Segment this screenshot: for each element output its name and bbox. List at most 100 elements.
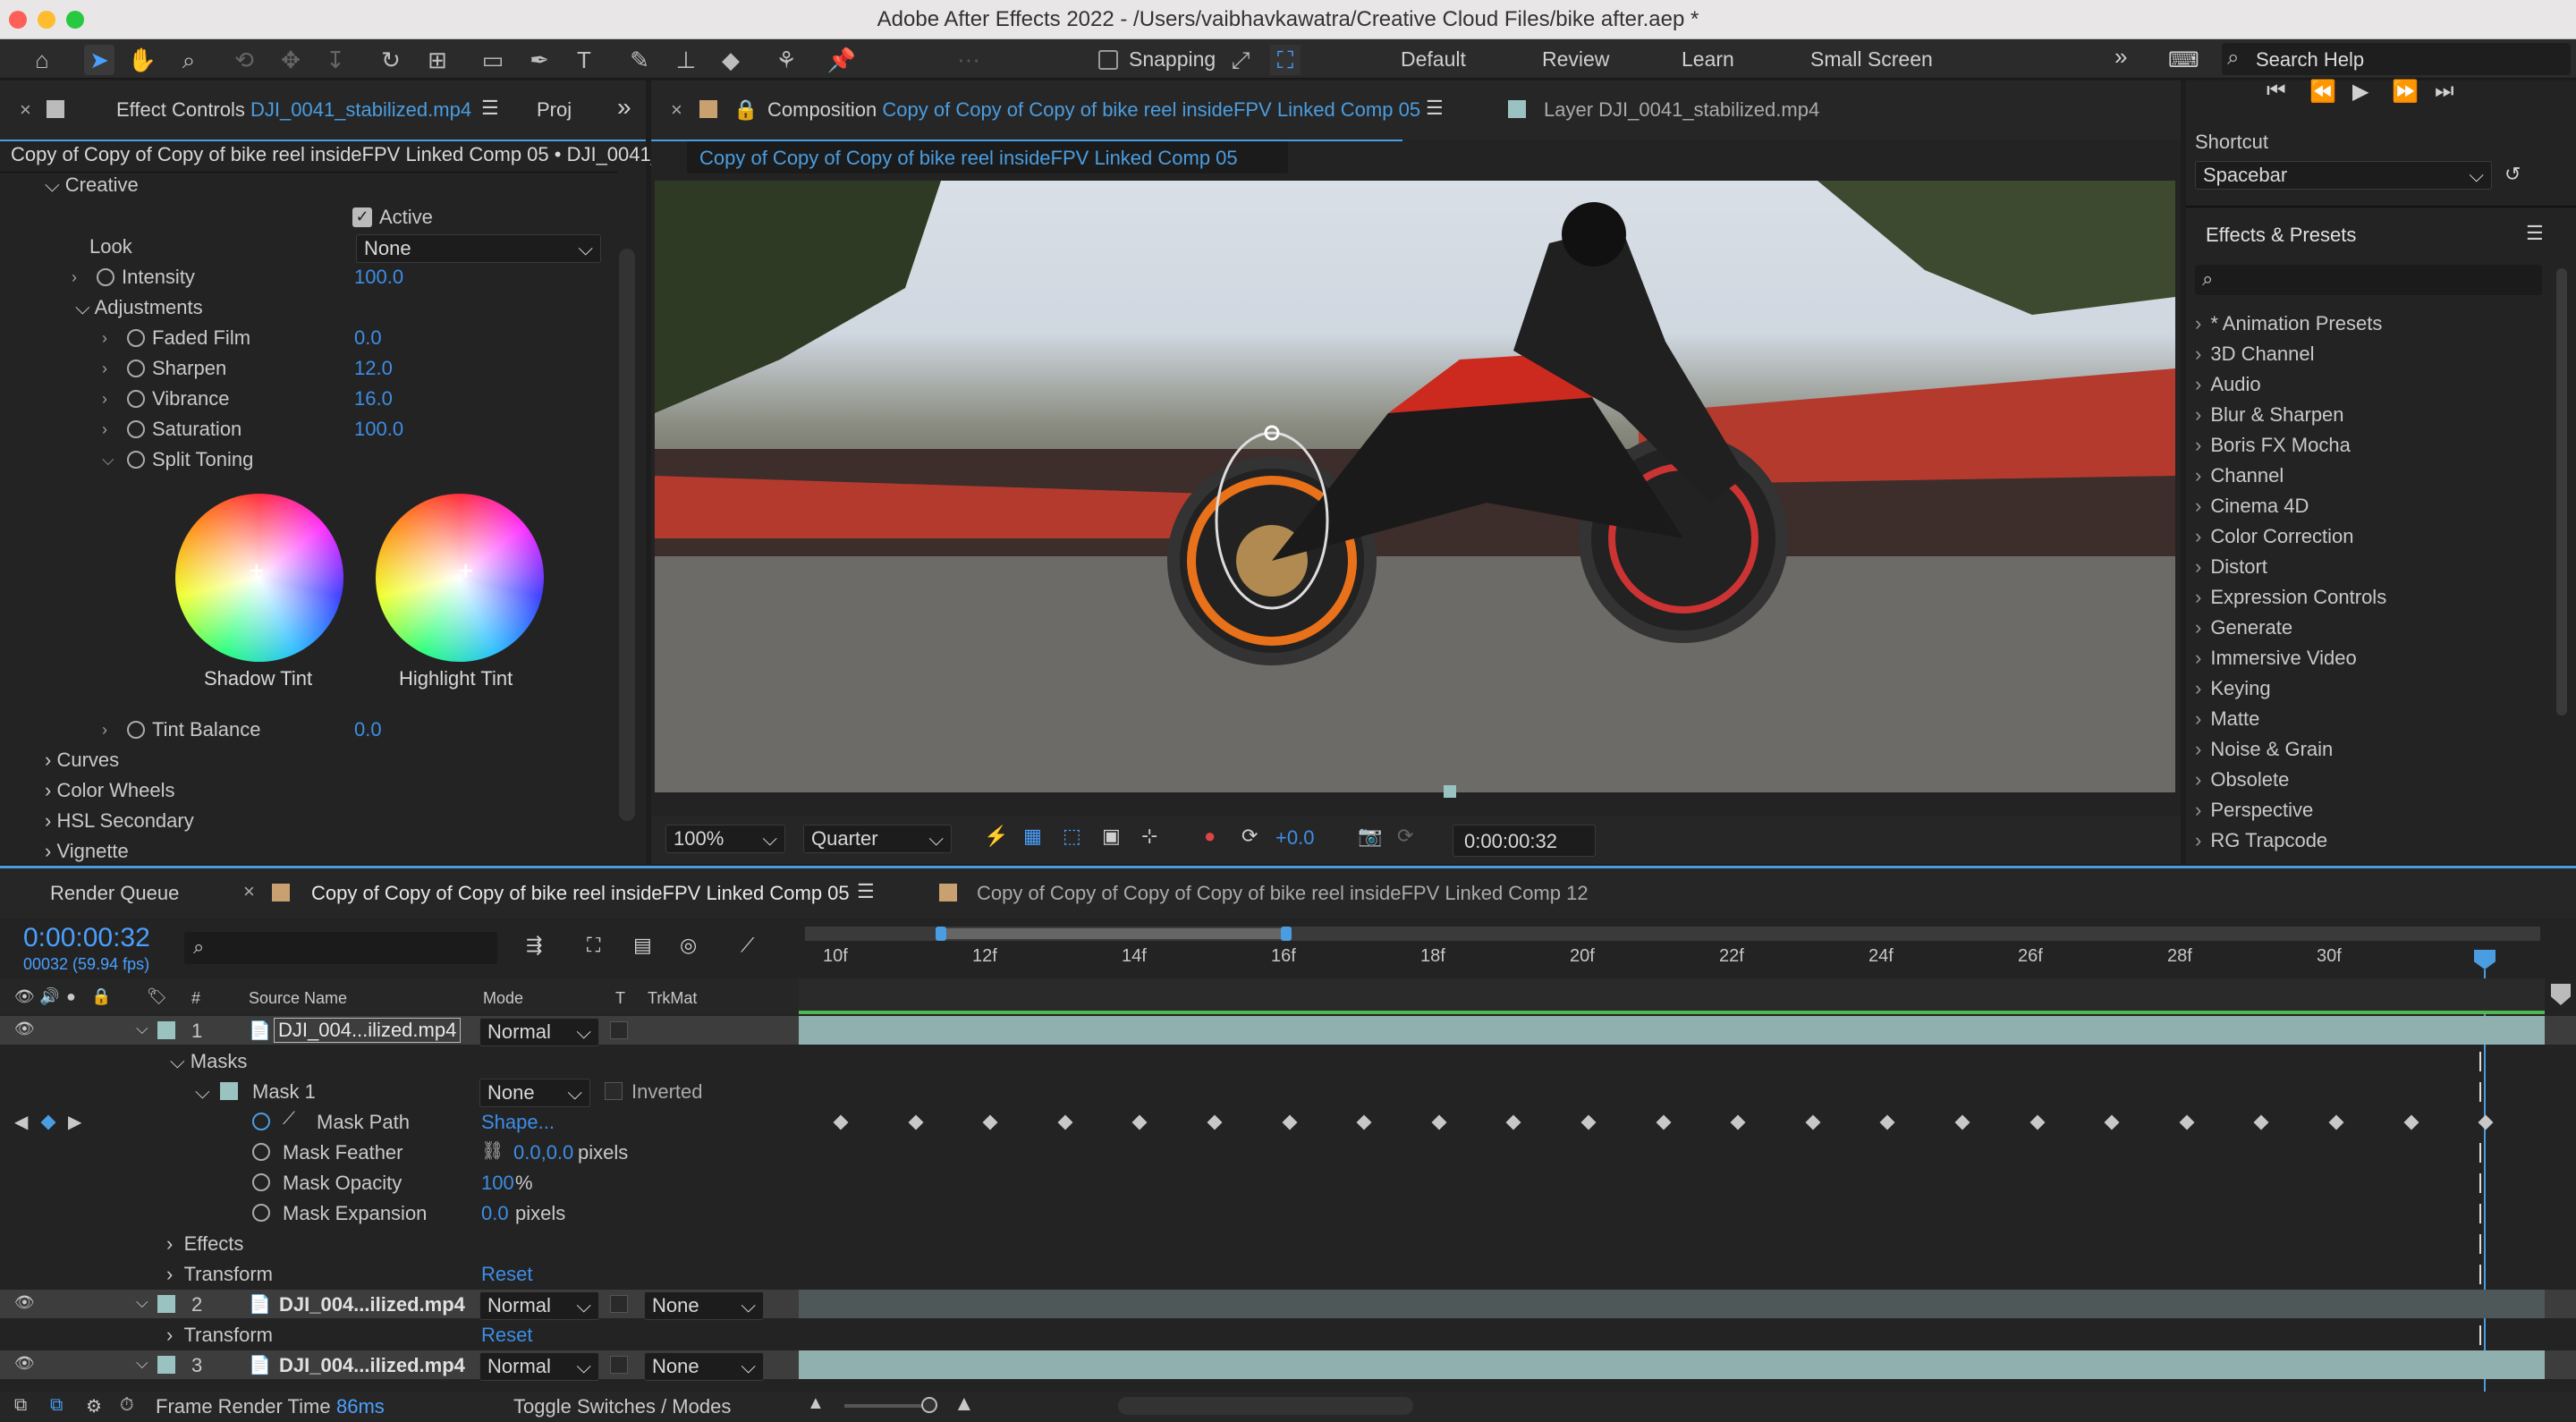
inverted-checkbox[interactable] (605, 1082, 623, 1100)
graph-editor-icon[interactable]: ⟋ (741, 934, 754, 957)
effect-category[interactable]: Perspective (2195, 799, 2313, 822)
close-tab-icon[interactable]: × (20, 98, 31, 122)
project-tab[interactable]: Proj (537, 98, 572, 122)
tint-balance-value[interactable]: 0.0 (354, 718, 382, 741)
effect-category[interactable]: Generate (2195, 616, 2292, 639)
keyframe-diamond[interactable] (1730, 1114, 1746, 1130)
panel-menu-icon[interactable]: ☰ (1426, 97, 1444, 120)
timeline-horizontal-scrollbar[interactable] (1118, 1397, 1413, 1415)
preserve-transparency-toggle[interactable] (610, 1295, 628, 1313)
label-tag-icon[interactable]: 🏷 (147, 987, 167, 1006)
first-frame-icon[interactable]: ⏮ (2267, 79, 2286, 104)
zoom-slider-thumb[interactable] (921, 1397, 937, 1413)
keyframe-diamond[interactable] (2104, 1114, 2120, 1130)
more-tabs-icon[interactable]: » (617, 93, 631, 122)
layer-switches-icon[interactable]: ⧉ (50, 1395, 63, 1416)
faded-film-value[interactable]: 0.0 (354, 326, 382, 350)
align-icon[interactable]: ⋯ (953, 45, 984, 75)
keyframe-diamond[interactable] (833, 1114, 849, 1130)
timeline-search-input[interactable]: ⌕ (184, 932, 497, 964)
stopwatch-icon[interactable] (127, 329, 145, 347)
saturation-value[interactable]: 100.0 (354, 418, 403, 441)
hand-tool-icon[interactable]: ✋ (127, 45, 157, 75)
frame-blending-icon[interactable]: ▤ (633, 934, 652, 957)
work-area-end-handle[interactable] (1281, 927, 1292, 941)
dolly-camera-icon[interactable]: ↧ (320, 45, 351, 75)
keyframe-diamond[interactable] (2029, 1114, 2046, 1130)
eye-icon[interactable]: 👁 (14, 1020, 35, 1038)
shadow-tint-wheel[interactable]: + (175, 494, 343, 662)
expand-icon[interactable]: › (102, 420, 107, 439)
magnification-dropdown[interactable]: 100% ⌵ (665, 825, 785, 853)
expand-icon[interactable]: › (102, 360, 107, 378)
eraser-tool-icon[interactable]: ◆ (716, 45, 746, 75)
keyframe-diamond[interactable] (1879, 1114, 1895, 1130)
workspace-default[interactable]: Default (1401, 47, 1466, 72)
viewer-anchor-handle[interactable] (1444, 785, 1456, 798)
stopwatch-icon[interactable] (127, 420, 145, 438)
mask-feather-value[interactable]: 0.0,0.0 (513, 1141, 573, 1164)
layer-duration-bar[interactable] (799, 1290, 2545, 1318)
effect-category[interactable]: Obsolete (2195, 768, 2289, 791)
vignette-group[interactable]: › Vignette (45, 840, 129, 863)
keyframe-diamond[interactable] (1356, 1114, 1372, 1130)
masks-group[interactable]: ⌵ Masks (170, 1050, 247, 1073)
stopwatch-icon[interactable] (127, 721, 145, 739)
creative-group[interactable]: ⌵ Creative (45, 174, 139, 197)
eye-icon[interactable]: 👁 (14, 1354, 35, 1373)
sharpen-value[interactable]: 12.0 (354, 357, 393, 380)
search-help-field[interactable]: ⌕ Search Help (2222, 43, 2571, 75)
stopwatch-icon[interactable] (127, 360, 145, 377)
next-frame-icon[interactable]: ⏩ (2392, 79, 2419, 105)
close-tab-icon[interactable]: × (243, 880, 255, 903)
layer-source-name[interactable]: DJI_004...ilized.mp4 (274, 1018, 462, 1043)
selection-tool-icon[interactable]: ➤ (84, 45, 114, 75)
transparency-grid-icon[interactable]: ▦ (1023, 825, 1042, 848)
workspace-learn[interactable]: Learn (1682, 47, 1734, 72)
snap-edges-icon[interactable]: ⤢ (1225, 45, 1256, 75)
hsl-secondary-group[interactable]: › HSL Secondary (45, 809, 194, 833)
vibrance-value[interactable]: 16.0 (354, 387, 393, 411)
solo-switch-icon[interactable]: ● (66, 987, 76, 1006)
grid-guides-icon[interactable]: ⊹ (1141, 825, 1157, 848)
resolution-dropdown[interactable]: Quarter ⌵ (803, 825, 952, 853)
show-snapshot-icon[interactable]: ⟳ (1397, 825, 1413, 848)
column-trkmat[interactable]: TrkMat (648, 989, 697, 1008)
effect-category[interactable]: * Animation Presets (2195, 312, 2382, 335)
composition-tab[interactable]: Composition Copy of Copy of Copy of bike… (767, 98, 1420, 122)
fast-previews-icon[interactable]: ⚡ (984, 825, 1008, 848)
keyframe-diamond[interactable] (1282, 1114, 1298, 1130)
lock-switch-icon[interactable]: 🔒 (91, 987, 111, 1006)
blend-mode-dropdown[interactable]: Normal ⌵ (479, 1352, 599, 1381)
type-tool-icon[interactable]: T (569, 45, 599, 75)
close-tab-icon[interactable]: × (671, 98, 682, 122)
keyframe-diamond[interactable] (908, 1114, 924, 1130)
effect-category[interactable]: Matte (2195, 707, 2259, 731)
zoom-tool-icon[interactable]: ⌕ (174, 45, 204, 75)
label-color-swatch[interactable] (157, 1021, 175, 1039)
keyframe-diamond[interactable] (1131, 1114, 1148, 1130)
panel-menu-icon[interactable]: ☰ (2526, 222, 2544, 245)
track-matte-dropdown[interactable]: None ⌵ (644, 1291, 764, 1320)
blend-mode-dropdown[interactable]: Normal ⌵ (479, 1291, 599, 1320)
effect-controls-tab[interactable]: Effect Controls DJI_0041_stabilized.mp4 (116, 98, 471, 122)
effect-category[interactable]: Boris FX Mocha (2195, 434, 2351, 457)
timeline-comp-tab[interactable]: Copy of Copy of Copy of bike reel inside… (311, 882, 850, 905)
panel-menu-icon[interactable]: ☰ (857, 880, 875, 903)
motion-blur-icon[interactable]: ◎ (680, 934, 697, 957)
orbit-camera-icon[interactable]: ⟲ (229, 45, 259, 75)
rectangle-tool-icon[interactable]: ▭ (478, 45, 508, 75)
current-time-display[interactable]: 0:00:00:32 (1453, 825, 1596, 857)
look-dropdown[interactable]: None ⌵ (356, 234, 601, 263)
effect-category[interactable]: 3D Channel (2195, 343, 2314, 366)
mask1-toggle[interactable]: ⌵ (195, 1080, 210, 1104)
reset-exposure-icon[interactable]: ⟳ (1241, 825, 1258, 848)
home-icon[interactable]: ⌂ (27, 45, 57, 75)
comp12-tab[interactable]: Copy of Copy of Copy of Copy of bike ree… (977, 882, 1589, 905)
pan-camera-icon[interactable]: ✥ (275, 45, 306, 75)
effect-category[interactable]: Keying (2195, 677, 2270, 700)
timeline-current-time[interactable]: 0:00:00:32 (23, 923, 150, 953)
column-mode[interactable]: Mode (483, 989, 523, 1008)
snapping-checkbox[interactable] (1098, 50, 1118, 70)
transform-group[interactable]: › Transform (166, 1324, 273, 1347)
